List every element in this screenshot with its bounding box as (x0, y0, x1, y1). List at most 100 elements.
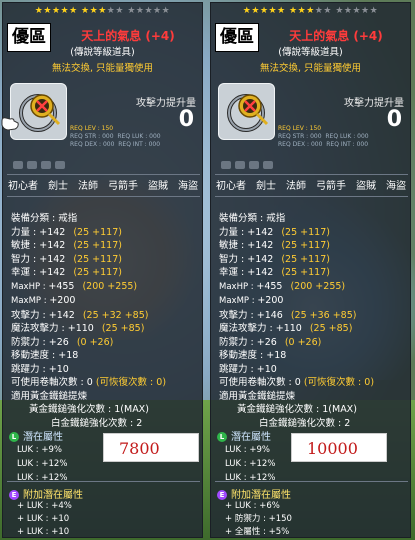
upgrade-slots: 可使用卷軸次數 : 0 (11, 377, 93, 388)
star-icon: ★ (60, 6, 70, 16)
job-label: 盜賊 (148, 181, 168, 192)
stat-detail: (25 +117) (73, 226, 122, 238)
job-label: 劍士 (256, 181, 276, 192)
price-note: 10000 (291, 433, 387, 462)
req-dex-int: REQ DEX : 000 REQ INT : 000 (278, 141, 408, 149)
flag-icon (249, 161, 259, 169)
stat-label: MaxHP : (219, 281, 257, 292)
potential-line: LUK : +12% (225, 473, 276, 483)
stat-row: 敏捷 : +142 (25 +117) (11, 239, 201, 253)
potential-line: LUK : +12% (17, 473, 68, 483)
stat-row: 魔法攻擊力 : +110 (25 +85) (11, 322, 201, 336)
star-icon: ★ (153, 6, 162, 16)
stat-value: +142 (48, 309, 75, 321)
star-icon: ★ (259, 6, 269, 16)
additional-potential-line: + LUK : +10 (17, 527, 70, 537)
req-luk: REQ LUK : 000 (325, 133, 369, 140)
stat-label: 移動速度 : (219, 350, 267, 361)
stat-row: 力量 : +142 (25 +117) (11, 226, 201, 240)
star-icon: ★ (361, 6, 370, 16)
star-icon: ★ (127, 6, 136, 16)
ring-item-icon (218, 83, 275, 140)
stat-value: +142 (39, 253, 66, 265)
stat-row: 移動速度 : +18 (11, 349, 201, 363)
flag-icon (13, 161, 23, 169)
stat-value: +26 (256, 336, 277, 348)
stat-detail: (25 +117) (73, 240, 122, 251)
stat-row: 移動速度 : +18 (219, 349, 409, 363)
star-icon: ★ (89, 6, 99, 16)
equip-category: 裝備分類 : 戒指 (11, 213, 78, 224)
stat-label: 魔法攻擊力 : (11, 323, 68, 334)
star-icon: ★ (277, 6, 286, 16)
item-flag-icons (13, 161, 203, 173)
divider (215, 174, 408, 175)
job-label: 海盜 (386, 181, 406, 192)
stat-row: MaxHP : +455 (200 +255) (11, 280, 201, 295)
upgrade-slots-row: 可使用卷軸次數 : 0 (可恢復次數 : 0) (219, 376, 409, 390)
stat-label: 敏捷 : (219, 240, 248, 251)
req-str-luk: REQ STR : 000 REQ LUK : 000 (278, 133, 408, 141)
stat-row: 智力 : +142 (25 +117) (11, 253, 201, 267)
additional-potential-header: E 附加潛在屬性 (217, 486, 291, 501)
stat-label: MaxHP : (11, 281, 49, 292)
potential-lines: LUK : +9% LUK : +12% LUK : +12% (17, 443, 67, 485)
star-icon: ★ (98, 6, 107, 16)
stat-label: 敏捷 : (11, 240, 40, 251)
stat-value: +200 (257, 295, 284, 306)
stat-detail: (25 +117) (281, 240, 330, 251)
job-list: 初心者 劍士 法師 弓箭手 盜賊 海盜 (216, 177, 406, 192)
stat-row: 跳躍力 : +10 (219, 363, 409, 377)
stat-value: +142 (247, 267, 274, 278)
stat-row: MaxHP : +455 (200 +255) (219, 280, 409, 295)
stat-row: 跳躍力 : +10 (11, 363, 201, 377)
additional-potential-lines: + LUK : +6% + 防禦力 : +150 + 全屬性 : +5% (225, 500, 292, 539)
additional-potential-line: + LUK : +6% (225, 501, 280, 511)
restore-count: (可恢復次數 : 0) (303, 377, 375, 388)
job-label: 初心者 (8, 181, 38, 192)
stat-detail: (25 +117) (73, 267, 122, 278)
stat-detail: (25 +117) (281, 267, 330, 278)
stat-row: 防禦力 : +26 (0 +26) (219, 336, 409, 350)
item-grade: (傳說等級道具) (70, 47, 135, 58)
stat-value: +10 (256, 363, 277, 375)
price-note: 7800 (103, 433, 199, 462)
stat-label: MaxMP : (219, 296, 258, 306)
potential-line: LUK : +9% (225, 445, 270, 455)
stat-label: 幸運 : (219, 267, 248, 278)
item-tooltip-left: ★★★★★ ★★★★★ ★★★★★ 優區 天上的氣息 (+4) (傳說等級道具)… (2, 2, 203, 538)
flag-icon (27, 161, 37, 169)
star-force-stars: ★★★★★ ★★★★★ ★★★★★ (3, 6, 202, 16)
req-dex-int: REQ DEX : 000 REQ INT : 000 (70, 141, 200, 149)
stat-label: 攻擊力 : (219, 309, 257, 321)
stat-row: 攻擊力 : +146 (25 +36 +85) (219, 309, 409, 323)
star-icon: ★ (306, 6, 315, 16)
stat-value: +200 (49, 295, 76, 306)
trade-restriction: 無法交換, 只能量獨使用 (259, 63, 362, 74)
item-grade: (傳說等級道具) (278, 47, 343, 58)
stat-label: 攻擊力 : (11, 309, 49, 321)
flag-icon (221, 161, 231, 169)
potential-line: LUK : +12% (225, 459, 276, 469)
additional-potential-line: + LUK : +4% (17, 501, 72, 511)
divider (7, 196, 200, 197)
stat-label: 移動速度 : (11, 350, 59, 361)
additional-grade-icon: E (9, 490, 19, 500)
stat-value: +142 (247, 240, 274, 251)
divider (215, 481, 408, 482)
stat-row: 攻擊力 : +142 (25 +32 +85) (11, 309, 201, 323)
stat-value: +142 (39, 226, 66, 238)
upgrade-slots: 可使用卷軸次數 : 0 (219, 377, 301, 388)
star-icon: ★ (115, 6, 124, 16)
stat-value: +142 (39, 267, 66, 278)
item-tooltip-right: ★★★★★ ★★★★★ ★★★★★ 優區 天上的氣息 (+4) (傳說等級道具)… (210, 2, 411, 538)
potential-header: L 潛在屬性 (217, 428, 271, 443)
stat-label: 智力 : (11, 253, 40, 265)
potential-line: LUK : +9% (17, 445, 62, 455)
upgrade-slots-row: 可使用卷軸次數 : 0 (可恢復次數 : 0) (11, 376, 201, 390)
stat-detail: (25 +36 +85) (290, 309, 357, 321)
stat-value: +110 (275, 323, 302, 334)
potential-title: 潛在屬性 (231, 432, 271, 443)
job-label: 法師 (78, 181, 98, 192)
star-icon: ★ (335, 6, 344, 16)
